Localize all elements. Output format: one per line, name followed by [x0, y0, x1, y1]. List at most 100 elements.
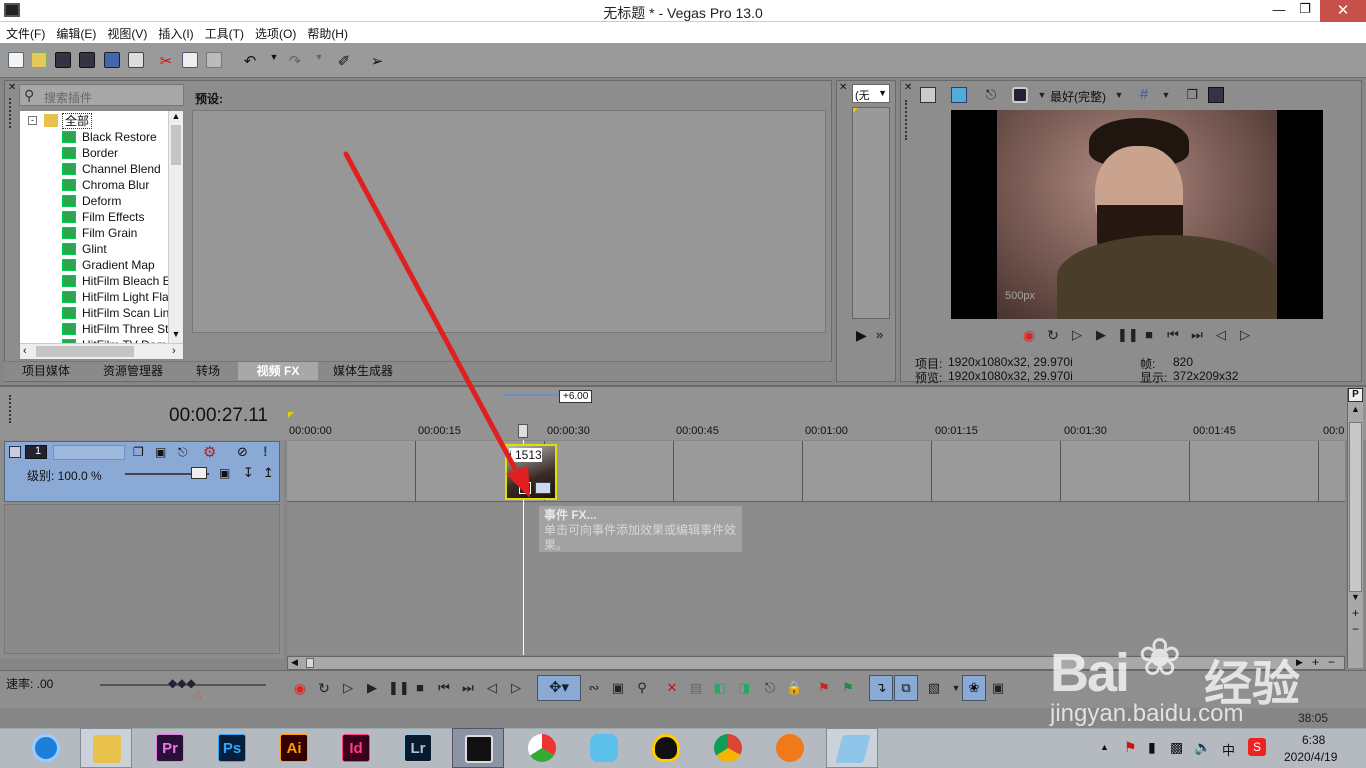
plugin-item[interactable]: Film Grain: [20, 225, 183, 241]
zoom-tool-icon[interactable]: ⚲: [634, 680, 650, 696]
clock-time[interactable]: 6:38: [1302, 733, 1325, 747]
tray-up-icon[interactable]: ▲: [1100, 742, 1109, 752]
track-level-thumb[interactable]: [191, 467, 207, 479]
save-as-icon[interactable]: [79, 52, 95, 68]
selection-tool-icon[interactable]: ▣: [610, 680, 626, 696]
go-to-start-icon[interactable]: ⏮: [436, 680, 452, 696]
trimmer-dropdown[interactable]: (无 ▼: [852, 84, 890, 103]
menu-file[interactable]: 文件(F): [0, 22, 50, 42]
menu-help[interactable]: 帮助(H): [301, 22, 353, 42]
delete-icon[interactable]: ✕: [664, 680, 680, 696]
timeline-hscroll[interactable]: ◀ ▶ + −: [287, 655, 1345, 670]
timeline-grip[interactable]: [9, 395, 12, 423]
auto-crossfade-toggle[interactable]: ⧉: [894, 675, 918, 701]
zoom-in-icon[interactable]: +: [1312, 655, 1319, 669]
save-icon[interactable]: [55, 52, 71, 68]
render-icon[interactable]: [104, 52, 120, 68]
trim-icon[interactable]: ▤: [688, 680, 704, 696]
go-to-start-icon[interactable]: ⏮: [1165, 327, 1181, 343]
zoom-slider[interactable]: [504, 394, 559, 396]
scroll-down-icon[interactable]: ▼: [1348, 592, 1363, 606]
track-solo-icon[interactable]: !: [263, 443, 268, 459]
tab-transitions[interactable]: 转场: [180, 362, 236, 380]
taskbar-app-bird[interactable]: [578, 728, 630, 768]
marker-p-icon[interactable]: P: [1348, 388, 1363, 402]
marker-icon[interactable]: ⚑: [816, 680, 832, 696]
taskbar-qq[interactable]: [640, 728, 692, 768]
track-collapse-icon[interactable]: [9, 446, 21, 458]
new-icon[interactable]: [8, 52, 24, 68]
tab-project-media[interactable]: 项目媒体: [6, 362, 86, 380]
copy-icon[interactable]: [182, 52, 198, 68]
event-fx-icon[interactable]: [535, 482, 551, 494]
preview-close-icon[interactable]: ✕: [904, 82, 912, 93]
snapping-toggle[interactable]: ↴: [869, 675, 893, 701]
playhead-handle[interactable]: [518, 424, 528, 438]
menu-insert[interactable]: 插入(I): [152, 22, 198, 42]
go-to-end-icon[interactable]: ⏭: [460, 680, 476, 696]
envelope-tool-icon[interactable]: ∾: [586, 680, 602, 696]
stop-icon[interactable]: ■: [412, 680, 428, 696]
trim-end-icon[interactable]: ◨: [736, 680, 752, 696]
preview-device-icon[interactable]: [920, 87, 936, 103]
loop-icon[interactable]: ↻: [1045, 327, 1061, 343]
redo-icon[interactable]: ↷: [287, 52, 303, 70]
plugin-tree[interactable]: - 全部 Black Restore Border Channel Blend …: [19, 110, 184, 360]
track-extra-icon[interactable]: ▣: [219, 466, 230, 480]
hscroll-thumb[interactable]: [306, 658, 314, 668]
start-button[interactable]: [20, 728, 72, 768]
scroll-left-icon[interactable]: ◀: [291, 657, 298, 668]
taskbar-app-orange[interactable]: [764, 728, 816, 768]
taskbar-app-umbrella[interactable]: [516, 728, 568, 768]
taskbar-explorer[interactable]: [80, 728, 132, 768]
play-icon[interactable]: ▶: [1093, 327, 1109, 343]
collapse-icon[interactable]: -: [28, 116, 37, 125]
panel-close-icon[interactable]: ✕: [8, 82, 16, 93]
taskbar-app-notes[interactable]: [826, 728, 878, 768]
vscroll-thumb[interactable]: [1349, 422, 1362, 592]
cut-icon[interactable]: ✂: [158, 52, 174, 70]
menu-tools[interactable]: 工具(T): [199, 22, 249, 42]
tray-sogou-icon[interactable]: S: [1248, 738, 1266, 756]
monitor-icon[interactable]: [951, 87, 967, 103]
maximize-button[interactable]: ❐: [1294, 1, 1316, 17]
help-pointer-icon[interactable]: ➢: [369, 52, 385, 70]
plugin-item[interactable]: Chroma Blur: [20, 177, 183, 193]
overlay-icon[interactable]: [1012, 87, 1028, 103]
next-frame-icon[interactable]: ▷: [508, 680, 524, 696]
next-frame-icon[interactable]: ▷: [1237, 327, 1253, 343]
tool-icon[interactable]: ✐: [336, 52, 352, 70]
trim-start-icon[interactable]: ◧: [712, 680, 728, 696]
tree-root[interactable]: - 全部: [20, 113, 183, 129]
play-icon[interactable]: ▶: [364, 680, 380, 696]
plugin-item[interactable]: HitFilm Light Fla: [20, 289, 183, 305]
tab-video-fx[interactable]: 视频 FX: [238, 362, 318, 380]
paste-icon[interactable]: [206, 52, 222, 68]
panel-grip[interactable]: [9, 98, 12, 128]
track-arrow-down-icon[interactable]: ↧: [243, 465, 254, 481]
quality-dropdown-icon[interactable]: ▼: [1111, 87, 1127, 103]
scroll-right-icon[interactable]: ›: [172, 345, 176, 357]
scroll-up-icon[interactable]: ▲: [169, 111, 183, 125]
overlay-dropdown-icon[interactable]: ▼: [1034, 87, 1050, 103]
track-composite-icon[interactable]: ⎋: [178, 445, 188, 460]
undo-icon[interactable]: ↶: [242, 52, 258, 70]
clock-date[interactable]: 2020/4/19: [1284, 750, 1337, 764]
play-from-start-icon[interactable]: ▷: [340, 680, 356, 696]
menu-view[interactable]: 视图(V): [101, 22, 152, 42]
taskbar-indesign[interactable]: Id: [330, 728, 382, 768]
prev-frame-icon[interactable]: ◁: [1213, 327, 1229, 343]
ignore-grouping-icon[interactable]: ▣: [990, 680, 1006, 696]
track-lane[interactable]: [287, 441, 1345, 502]
plugin-item[interactable]: HitFilm Three St: [20, 321, 183, 337]
track-header[interactable]: 1 ❐ ▣ ⎋ ⚙ ⊘ ! 级别: 100.0 % ▣ ↧ ↥: [4, 441, 280, 502]
close-button[interactable]: ✕: [1320, 0, 1366, 22]
lock-envelopes-toggle[interactable]: ❀: [962, 675, 986, 701]
scroll-down-icon[interactable]: ▼: [169, 329, 183, 343]
taskbar-vegas[interactable]: [452, 728, 504, 768]
scroll-thumb[interactable]: [171, 125, 181, 165]
trimmer-play-icon[interactable]: ▶: [856, 327, 867, 344]
tree-vscroll[interactable]: ▲ ▼: [168, 111, 183, 343]
track-settings-icon[interactable]: ⚙: [203, 443, 216, 461]
tray-flag-icon[interactable]: ⚑: [1124, 739, 1137, 756]
